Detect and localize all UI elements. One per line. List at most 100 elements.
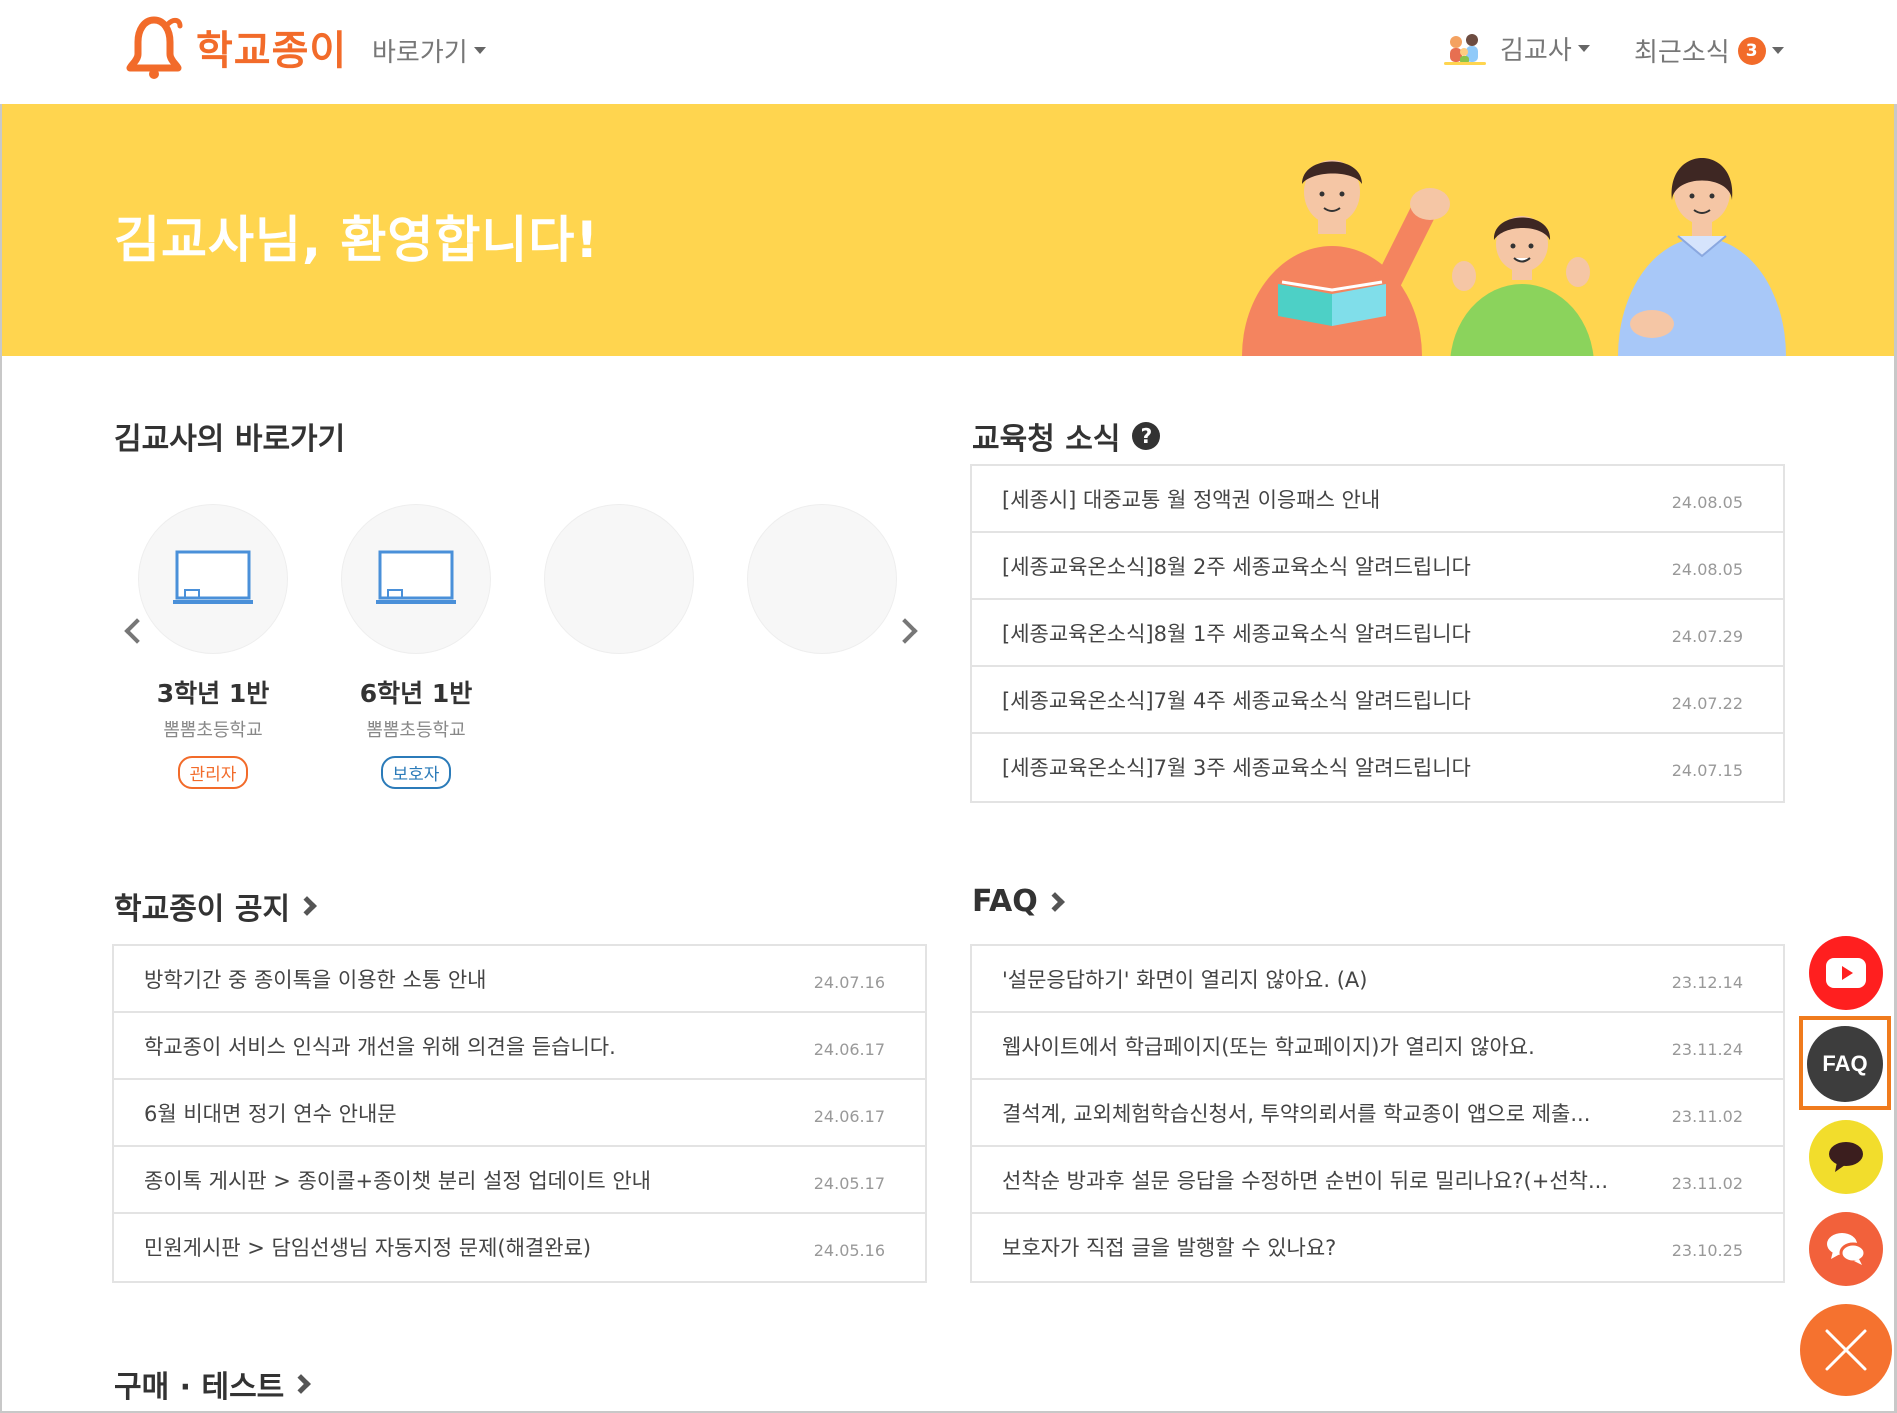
item-title: 6월 비대면 정기 연수 안내문: [144, 1102, 397, 1126]
kakao-chat-button[interactable]: [1809, 1120, 1883, 1194]
youtube-icon: [1826, 958, 1866, 988]
item-title: [세종시] 대중교통 월 정액권 이응패스 안내: [1002, 488, 1381, 512]
item-title: 결석계, 교외체험학습신청서, 투약의뢰서를 학교종이 앱으로 제출...: [1002, 1102, 1591, 1126]
chat-bubbles-icon: [1827, 1233, 1867, 1265]
recent-news-dropdown[interactable]: 최근소식 3: [1634, 32, 1784, 69]
faq-title-text: FAQ: [972, 884, 1038, 919]
logo[interactable]: 학교종이: [124, 14, 347, 80]
item-title: [세종교육온소식]7월 3주 세종교육소식 알려드립니다: [1002, 756, 1471, 780]
empty-circle: [747, 504, 897, 654]
empty-shortcut-slot: [539, 504, 699, 654]
youtube-button[interactable]: [1809, 936, 1883, 1010]
item-title: 학교종이 서비스 인식과 개선을 위해 의견을 듣습니다.: [144, 1035, 616, 1059]
item-date: 24.08.05: [1671, 493, 1743, 512]
item-title: 웹사이트에서 학급페이지(또는 학교페이지)가 열리지 않아요.: [1002, 1035, 1535, 1059]
item-title: 방학기간 중 종이톡을 이용한 소통 안내: [144, 968, 487, 992]
list-item[interactable]: 결석계, 교외체험학습신청서, 투약의뢰서를 학교종이 앱으로 제출... 23…: [972, 1080, 1783, 1147]
item-title: [세종교육온소식]7월 4주 세종교육소식 알려드립니다: [1002, 689, 1471, 713]
shortcuts-title-text: 김교사의 바로가기: [114, 422, 346, 457]
chevron-right-icon: [297, 896, 317, 916]
item-date: 23.10.25: [1671, 1241, 1743, 1260]
item-title: 민원게시판 > 담임선생님 자동지정 문제(해결완료): [144, 1236, 592, 1260]
list-item[interactable]: 6월 비대면 정기 연수 안내문 24.06.17: [114, 1080, 925, 1147]
item-date: 23.12.14: [1671, 973, 1743, 992]
bell-logo-icon: [126, 16, 183, 79]
list-item[interactable]: 종이톡 게시판 > 종이콜+종이챗 분리 설정 업데이트 안내 24.05.17: [114, 1147, 925, 1214]
close-icon: [1825, 1329, 1867, 1371]
list-item[interactable]: '설문응답하기' 화면이 열리지 않아요. (A) 23.12.14: [972, 946, 1783, 1013]
user-name: 김교사: [1500, 35, 1572, 66]
recent-news-label: 최근소식: [1634, 38, 1730, 68]
class-school: 뽐뽐초등학교: [366, 720, 466, 741]
item-date: 24.08.05: [1671, 560, 1743, 579]
list-item[interactable]: [세종교육온소식]7월 4주 세종교육소식 알려드립니다 24.07.22: [972, 667, 1783, 734]
list-item[interactable]: 웹사이트에서 학급페이지(또는 학교페이지)가 열리지 않아요. 23.11.2…: [972, 1013, 1783, 1080]
class-name: 3학년 1반: [156, 679, 270, 708]
class-card-3-1[interactable]: 3학년 1반 뽐뽐초등학교 관리자: [133, 504, 293, 789]
avatar: [1444, 34, 1486, 65]
shortcut-dropdown-label: 바로가기: [372, 38, 468, 68]
item-title: 선착순 방과후 설문 응답을 수정하면 순번이 뒤로 밀리나요?(+선착...: [1002, 1169, 1609, 1193]
purchase-test-title[interactable]: 구매 · 테스트: [114, 1362, 312, 1406]
list-item[interactable]: 방학기간 중 종이톡을 이용한 소통 안내 24.07.16: [114, 946, 925, 1013]
list-item[interactable]: 민원게시판 > 담임선생님 자동지정 문제(해결완료) 24.05.16: [114, 1214, 925, 1281]
chevron-right-icon: [291, 1374, 312, 1394]
role-badge-admin: 관리자: [177, 756, 249, 789]
shortcuts-title: 김교사의 바로가기: [114, 414, 345, 458]
item-date: 23.11.24: [1671, 1040, 1743, 1059]
shortcut-carousel: 3학년 1반 뽐뽐초등학교 관리자 6학년 1반 뽐뽐초등학교 보호자: [116, 500, 928, 790]
item-date: 24.06.17: [813, 1107, 885, 1126]
notification-count-badge: 3: [1737, 36, 1766, 65]
family-illustration: [1242, 158, 1786, 356]
class-circle: [341, 504, 491, 654]
class-card-6-1[interactable]: 6학년 1반 뽐뽐초등학교 보호자: [336, 504, 496, 789]
office-news-list: [세종시] 대중교통 월 정액권 이응패스 안내 24.08.05 [세종교육온…: [970, 464, 1785, 803]
office-news-title: 교육청 소식 ?: [972, 414, 1161, 458]
item-date: 24.05.17: [813, 1174, 885, 1193]
list-item[interactable]: 학교종이 서비스 인식과 개선을 위해 의견을 듣습니다. 24.06.17: [114, 1013, 925, 1080]
item-title: '설문응답하기' 화면이 열리지 않아요. (A): [1002, 968, 1368, 992]
item-date: 24.07.29: [1671, 627, 1743, 646]
top-header: 학교종이 바로가기 김교사 최근소식 3: [0, 0, 1897, 104]
item-title: [세종교육온소식]8월 1주 세종교육소식 알려드립니다: [1002, 622, 1471, 646]
item-title: [세종교육온소식]8월 2주 세종교육소식 알려드립니다: [1002, 555, 1471, 579]
item-date: 24.05.16: [813, 1241, 885, 1260]
notices-title[interactable]: 학교종이 공지: [114, 884, 317, 928]
faq-list: '설문응답하기' 화면이 열리지 않아요. (A) 23.12.14 웹사이트에…: [970, 944, 1785, 1283]
item-title: 종이톡 게시판 > 종이콜+종이챗 분리 설정 업데이트 안내: [144, 1169, 651, 1193]
item-date: 24.07.16: [813, 973, 885, 992]
faq-title[interactable]: FAQ: [972, 884, 1065, 919]
item-date: 24.07.15: [1671, 761, 1743, 780]
office-news-title-text: 교육청 소식: [972, 422, 1121, 457]
empty-shortcut-slot: [742, 504, 902, 654]
chevron-down-icon: [1771, 47, 1784, 54]
notices-title-text: 학교종이 공지: [114, 892, 291, 927]
list-item[interactable]: [세종교육온소식]8월 2주 세종교육소식 알려드립니다 24.08.05: [972, 533, 1783, 600]
welcome-message: 김교사님, 환영합니다!: [114, 211, 600, 269]
logo-text: 학교종이: [196, 28, 348, 74]
live-chat-button[interactable]: [1809, 1212, 1883, 1286]
list-item[interactable]: 선착순 방과후 설문 응답을 수정하면 순번이 뒤로 밀리나요?(+선착... …: [972, 1147, 1783, 1214]
empty-circle: [544, 504, 694, 654]
user-dropdown[interactable]: 김교사: [1442, 28, 1590, 68]
question-circle-icon[interactable]: ?: [1132, 422, 1161, 450]
close-floating-menu-button[interactable]: [1800, 1304, 1892, 1396]
item-title: 보호자가 직접 글을 발행할 수 있나요?: [1002, 1236, 1337, 1260]
blackboard-icon: [376, 550, 456, 604]
list-item[interactable]: [세종교육온소식]8월 1주 세종교육소식 알려드립니다 24.07.29: [972, 600, 1783, 667]
chevron-down-icon: [473, 47, 486, 54]
blackboard-icon: [173, 550, 253, 604]
role-badge-guardian: 보호자: [380, 756, 452, 789]
class-circle: [138, 504, 288, 654]
class-school: 뽐뽐초등학교: [163, 720, 263, 741]
item-date: 23.11.02: [1671, 1174, 1743, 1193]
list-item[interactable]: [세종시] 대중교통 월 정액권 이응패스 안내 24.08.05: [972, 466, 1783, 533]
list-item[interactable]: 보호자가 직접 글을 발행할 수 있나요? 23.10.25: [972, 1214, 1783, 1281]
shortcut-dropdown[interactable]: 바로가기: [372, 32, 486, 69]
speech-bubble-icon: [1829, 1142, 1863, 1172]
chevron-right-icon: [1044, 891, 1065, 912]
list-item[interactable]: [세종교육온소식]7월 3주 세종교육소식 알려드립니다 24.07.15: [972, 734, 1783, 801]
item-date: 23.11.02: [1671, 1107, 1743, 1126]
item-date: 24.07.22: [1671, 694, 1743, 713]
faq-floating-button[interactable]: FAQ: [1807, 1026, 1883, 1102]
